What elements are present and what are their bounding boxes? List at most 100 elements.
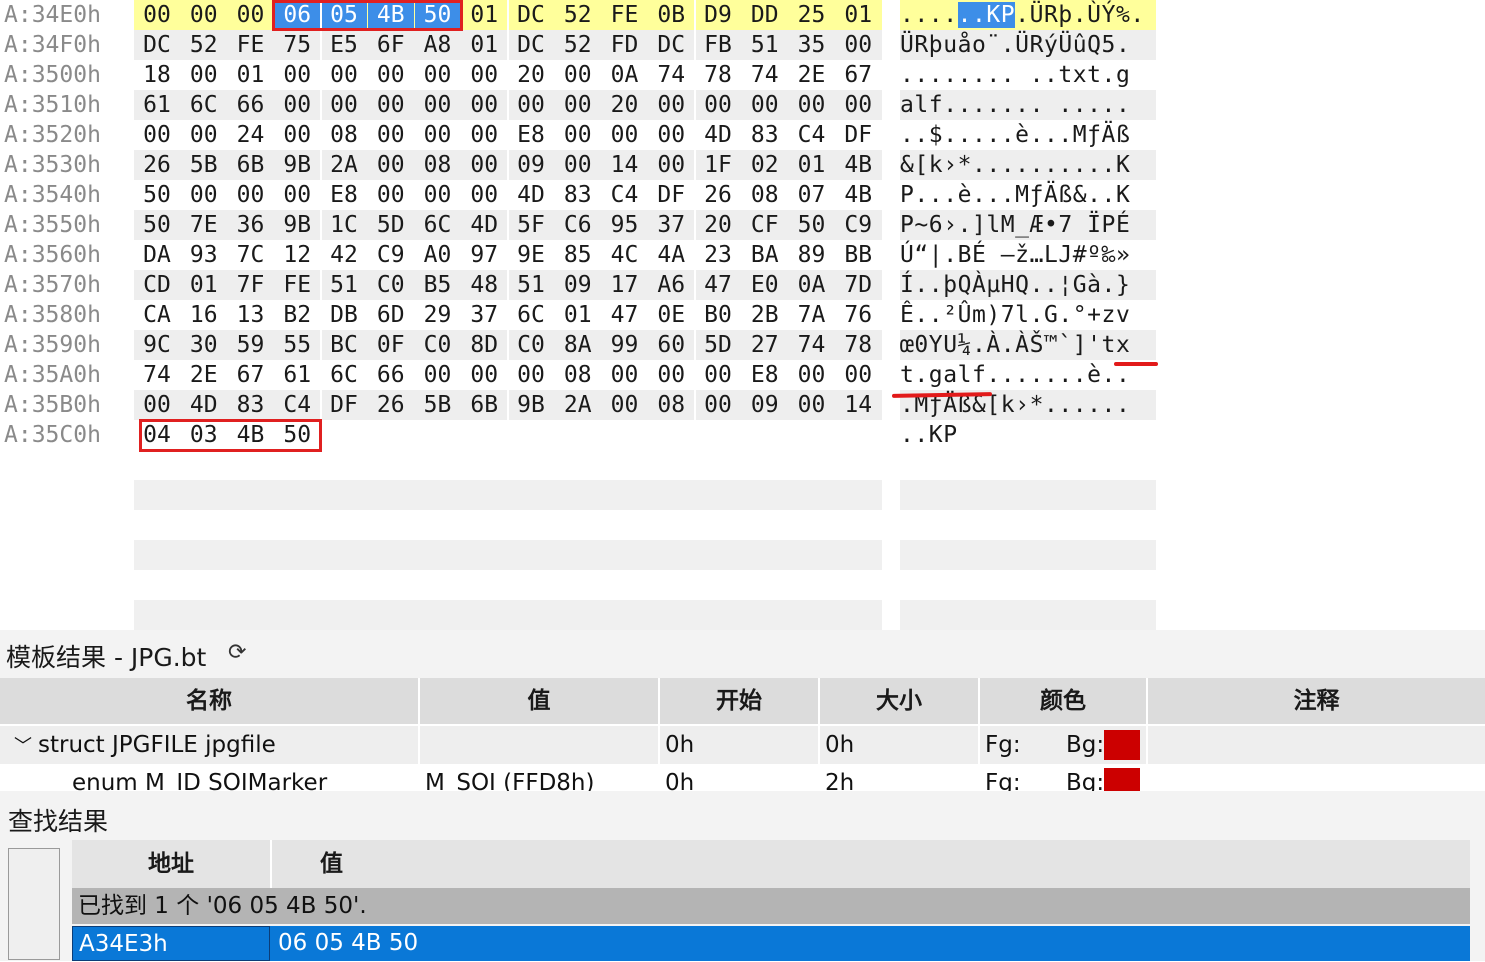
- hex-byte[interactable]: 00: [321, 60, 367, 90]
- hex-row[interactable]: A:34E0h 00 00 00 06 05 4B 50 01 DC 52 FE 0B D9 DD 25 01.…: [0, 0, 1160, 30]
- hex-byte[interactable]: A8: [415, 30, 461, 60]
- hex-byte[interactable]: 00: [368, 180, 414, 210]
- hex-byte[interactable]: 7E: [181, 210, 227, 240]
- hex-byte[interactable]: 8D: [461, 330, 507, 360]
- hex-byte[interactable]: 4D: [695, 120, 741, 150]
- hex-byte[interactable]: 00: [134, 390, 180, 420]
- hex-byte[interactable]: 00: [228, 0, 274, 30]
- hex-byte[interactable]: 00: [134, 120, 180, 150]
- hex-byte[interactable]: 74: [648, 60, 694, 90]
- hex-byte[interactable]: 00: [461, 120, 507, 150]
- hex-byte[interactable]: 00: [602, 390, 648, 420]
- result-value[interactable]: 06 05 4B 50: [272, 926, 1470, 961]
- hex-byte[interactable]: 01: [461, 30, 507, 60]
- hex-byte[interactable]: 83: [742, 120, 788, 150]
- hex-byte[interactable]: 2B: [742, 300, 788, 330]
- hex-byte[interactable]: 0E: [648, 300, 694, 330]
- hex-row[interactable]: A:3520h 00 00 24 00 08 00 00 00 E8 00 00 00 4D 83 C4 DF.…: [0, 120, 1160, 150]
- hex-byte[interactable]: 42: [321, 240, 367, 270]
- hex-byte[interactable]: 6B: [228, 150, 274, 180]
- hex-byte[interactable]: DA: [134, 240, 180, 270]
- hex-byte[interactable]: 00: [695, 360, 741, 390]
- hex-byte[interactable]: 50: [789, 210, 835, 240]
- hex-byte[interactable]: 89: [789, 240, 835, 270]
- hex-byte[interactable]: 7F: [228, 270, 274, 300]
- hex-byte[interactable]: 75: [274, 30, 320, 60]
- hex-byte[interactable]: 2A: [321, 150, 367, 180]
- hex-byte[interactable]: 00: [368, 150, 414, 180]
- hex-byte[interactable]: 2E: [789, 60, 835, 90]
- hex-byte[interactable]: C0: [415, 330, 461, 360]
- column-header-color[interactable]: 颜色: [980, 678, 1148, 724]
- ascii-text[interactable]: ......KP.ÜRþ.ÙÝ%.: [900, 0, 1145, 30]
- column-header-address[interactable]: 地址: [72, 840, 272, 888]
- hex-byte[interactable]: 0F: [368, 330, 414, 360]
- hex-byte[interactable]: 00: [368, 120, 414, 150]
- hex-byte[interactable]: 7A: [789, 300, 835, 330]
- hex-row[interactable]: A:3530h 26 5B 6B 9B 2A 00 08 00 09 00 14 00 1F 02 01 4B &…: [0, 150, 1160, 180]
- hex-byte[interactable]: 9C: [134, 330, 180, 360]
- hex-byte[interactable]: 6D: [368, 300, 414, 330]
- hex-byte[interactable]: 6C: [508, 300, 554, 330]
- hex-byte[interactable]: 09: [555, 270, 601, 300]
- hex-byte[interactable]: 00: [134, 0, 180, 30]
- hex-byte[interactable]: 00: [835, 90, 881, 120]
- hex-byte[interactable]: BB: [835, 240, 881, 270]
- hex-row[interactable]: A:3580h CA 16 13 B2 DB 6D 29 37 6C 01 47 0E B0 2B 7A 76 Ê…: [0, 300, 1160, 330]
- hex-byte[interactable]: 00: [648, 90, 694, 120]
- hex-byte[interactable]: C9: [368, 240, 414, 270]
- hex-byte[interactable]: 27: [742, 330, 788, 360]
- hex-byte[interactable]: 00: [181, 0, 227, 30]
- hex-byte[interactable]: 74: [742, 60, 788, 90]
- hex-byte[interactable]: 00: [321, 90, 367, 120]
- hex-byte[interactable]: 78: [695, 60, 741, 90]
- hex-byte[interactable]: 00: [555, 120, 601, 150]
- search-side-panel[interactable]: [8, 848, 60, 960]
- hex-byte[interactable]: 61: [134, 90, 180, 120]
- hex-byte[interactable]: 6C: [415, 210, 461, 240]
- hex-byte[interactable]: FE: [274, 270, 320, 300]
- hex-byte[interactable]: CF: [742, 210, 788, 240]
- column-header-size[interactable]: 大小: [820, 678, 980, 724]
- hex-byte[interactable]: 52: [181, 30, 227, 60]
- hex-byte[interactable]: 17: [602, 270, 648, 300]
- hex-byte[interactable]: E0: [742, 270, 788, 300]
- hex-byte[interactable]: A0: [415, 240, 461, 270]
- hex-byte[interactable]: 00: [789, 90, 835, 120]
- hex-byte[interactable]: FD: [602, 30, 648, 60]
- hex-byte[interactable]: E8: [508, 120, 554, 150]
- hex-byte[interactable]: 00: [181, 60, 227, 90]
- hex-byte[interactable]: 00: [648, 360, 694, 390]
- hex-byte[interactable]: 51: [508, 270, 554, 300]
- hex-byte[interactable]: 85: [555, 240, 601, 270]
- column-header-comment[interactable]: 注释: [1148, 678, 1485, 724]
- hex-byte[interactable]: 60: [648, 330, 694, 360]
- hex-byte[interactable]: CD: [134, 270, 180, 300]
- hex-byte[interactable]: E8: [742, 360, 788, 390]
- hex-byte[interactable]: DF: [648, 180, 694, 210]
- hex-byte[interactable]: 00: [555, 150, 601, 180]
- hex-byte[interactable]: 25: [789, 0, 835, 30]
- hex-byte[interactable]: 59: [228, 330, 274, 360]
- ascii-text[interactable]: alf....... .....: [900, 90, 1130, 120]
- hex-byte[interactable]: A6: [648, 270, 694, 300]
- hex-byte[interactable]: DD: [742, 0, 788, 30]
- hex-byte[interactable]: 02: [742, 150, 788, 180]
- hex-byte[interactable]: 01: [228, 60, 274, 90]
- hex-byte[interactable]: 00: [181, 180, 227, 210]
- hex-byte[interactable]: 00: [415, 90, 461, 120]
- hex-byte[interactable]: 00: [368, 60, 414, 90]
- hex-byte[interactable]: 5B: [415, 390, 461, 420]
- hex-editor-view[interactable]: A:34E0h 00 00 00 06 05 4B 50 01 DC 52 FE 0B D9 DD 25 01.…: [0, 0, 1485, 630]
- hex-byte[interactable]: 08: [648, 390, 694, 420]
- ascii-text[interactable]: Ê..²Ûm)7l.G.°+zv: [900, 300, 1130, 330]
- hex-byte[interactable]: 18: [134, 60, 180, 90]
- hex-byte[interactable]: 00: [415, 60, 461, 90]
- hex-byte[interactable]: 00: [555, 90, 601, 120]
- ascii-text[interactable]: P...è...MƒÄß&..K: [900, 180, 1130, 210]
- hex-byte[interactable]: 14: [835, 390, 881, 420]
- hex-byte[interactable]: 00: [415, 360, 461, 390]
- column-header-value[interactable]: 值: [420, 678, 660, 724]
- hex-byte[interactable]: 00: [368, 90, 414, 120]
- hex-byte[interactable]: 52: [555, 30, 601, 60]
